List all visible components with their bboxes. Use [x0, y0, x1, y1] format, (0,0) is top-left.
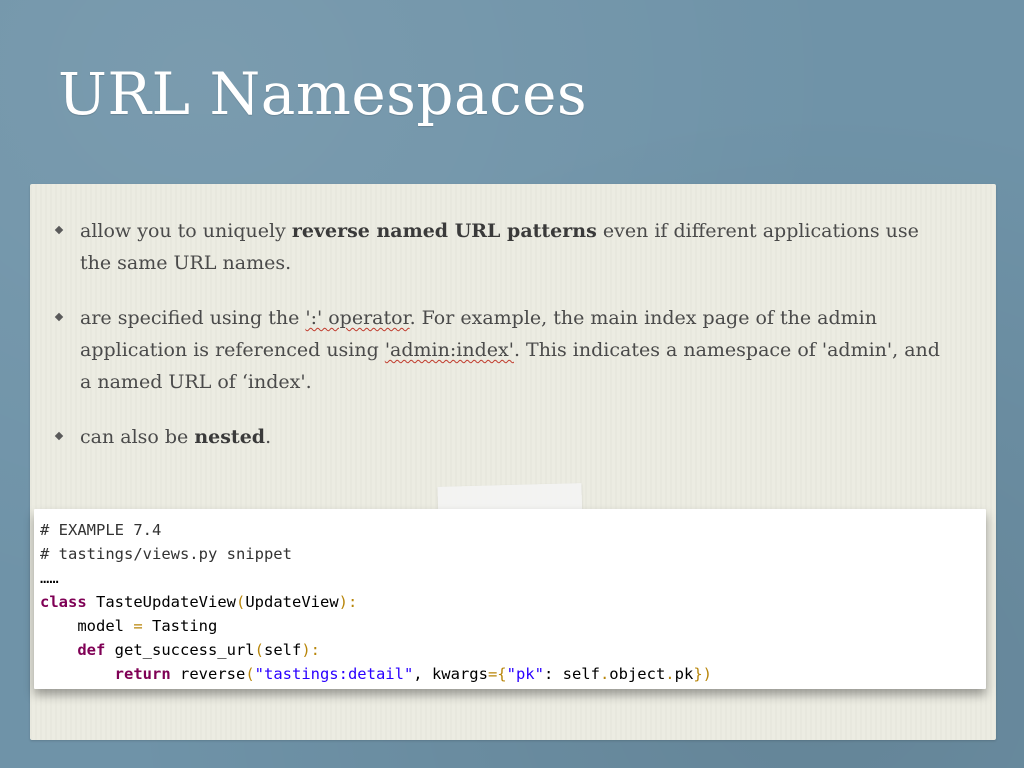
code-token: def [77, 641, 106, 659]
code-token: Tasting [142, 617, 218, 635]
spellcheck-underlined-text: ':' operator [305, 307, 410, 329]
spellcheck-underlined-text: 'admin:index' [384, 339, 514, 361]
code-token: UpdateView [245, 593, 339, 611]
code-token: class [40, 593, 87, 611]
code-token: }) [693, 665, 712, 683]
code-token: TasteUpdateView [86, 593, 236, 611]
code-token: pk [674, 665, 694, 683]
code-line: class TasteUpdateView(UpdateView): [40, 590, 986, 614]
code-token: ( [254, 641, 264, 659]
code-token: model [40, 617, 134, 635]
code-token: …… [40, 569, 59, 587]
bullet-text-segment: are specified using the [80, 307, 306, 329]
diamond-bullet-icon [54, 225, 64, 235]
bullet-item: can also be nested. [50, 421, 950, 453]
code-token: . [599, 665, 610, 683]
bullet-text: allow you to uniquely reverse named URL … [80, 220, 919, 274]
code-token: # EXAMPLE 7.4 [40, 521, 162, 539]
code-token: = [133, 617, 143, 635]
code-token: . [665, 665, 675, 683]
code-token: ): [338, 593, 358, 611]
code-token: : self [543, 665, 600, 683]
code-token: self [263, 641, 302, 659]
bullet-item: allow you to uniquely reverse named URL … [50, 215, 950, 279]
diamond-bullet-icon [54, 431, 64, 441]
bullet-item: are specified using the ':' operator. Fo… [50, 302, 950, 398]
bullet-text-bold: nested [194, 426, 266, 448]
code-token: ( [235, 593, 246, 611]
code-snippet-box: # EXAMPLE 7.4 # tastings/views.py snippet… [34, 509, 986, 689]
code-token: reverse [170, 665, 246, 683]
bullet-text-bold: reverse named URL patterns [291, 220, 597, 242]
code-line: …… [40, 566, 986, 590]
bullet-list: allow you to uniquely reverse named URL … [50, 215, 950, 476]
code-token: "tastings:detail" [254, 665, 414, 683]
code-token: object [609, 665, 666, 683]
bullet-text-segment: . [265, 426, 272, 448]
bullet-text-segment: can also be [80, 426, 195, 448]
code-token: "pk" [506, 665, 544, 683]
bullet-text: can also be nested. [80, 426, 271, 448]
code-token: ( [245, 665, 255, 683]
code-line: # EXAMPLE 7.4 [40, 518, 986, 542]
code-token: get_success_url [105, 641, 255, 659]
code-token: ): [301, 641, 320, 659]
code-line: model = Tasting [40, 614, 986, 638]
bullet-text: are specified using the ':' operator. Fo… [80, 307, 940, 393]
code-line: def get_success_url(self): [40, 638, 986, 662]
code-token: , kwargs [413, 665, 488, 683]
bullet-text-segment: allow you to uniquely [80, 220, 292, 242]
code-block: # EXAMPLE 7.4 # tastings/views.py snippet… [34, 509, 986, 686]
code-token: return [114, 665, 171, 683]
slide-title: URL Namespaces [58, 60, 588, 128]
code-token: # tastings/views.py snippet [40, 545, 292, 563]
code-line: return reverse("tastings:detail", kwargs… [40, 662, 986, 686]
code-line: # tastings/views.py snippet [40, 542, 986, 566]
code-token: ={ [487, 665, 507, 683]
diamond-bullet-icon [54, 312, 64, 322]
